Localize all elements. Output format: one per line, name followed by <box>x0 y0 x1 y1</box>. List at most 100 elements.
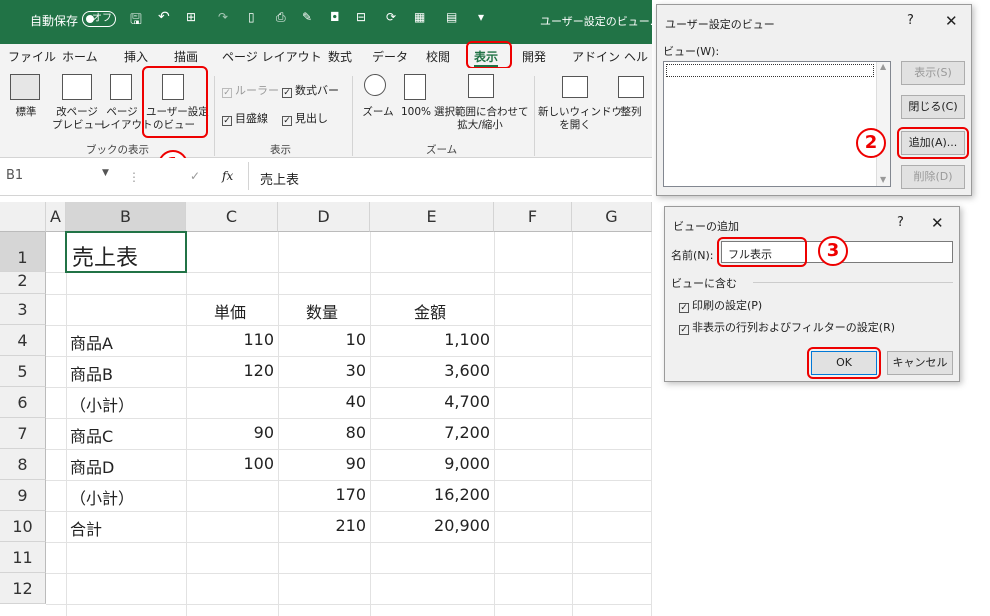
close-icon[interactable]: ✕ <box>945 12 958 30</box>
column-header-e[interactable]: E <box>370 202 494 232</box>
row-header[interactable]: 11 <box>0 542 46 573</box>
cell-amount[interactable]: 3,600 <box>370 361 490 380</box>
show-button[interactable]: 表示(S) <box>901 61 965 85</box>
format-painter-icon[interactable]: ✎ <box>302 10 312 24</box>
enter-icon[interactable]: ✓ <box>190 169 200 183</box>
save-icon[interactable]: 🖫 <box>130 9 142 33</box>
cell-item[interactable]: 合計 <box>70 516 102 540</box>
row-header[interactable]: 6 <box>0 387 46 418</box>
tab-draw[interactable]: 描画 <box>174 48 198 65</box>
cell-qty[interactable]: 210 <box>278 516 366 535</box>
layout-icon[interactable]: ▤ <box>446 10 457 24</box>
close-icon[interactable]: ✕ <box>931 214 944 232</box>
normal-view-button[interactable]: 標準 <box>6 106 46 119</box>
page-break-preview-button[interactable]: 改ページ プレビュー <box>52 106 105 132</box>
list-scrollbar[interactable]: ▲ ▼ <box>876 62 890 186</box>
tab-help[interactable]: ヘル <box>624 48 648 65</box>
hidden-settings-checkbox[interactable]: ✓ 非表示の行列およびフィルターの設定(R) <box>679 319 895 335</box>
cell-item[interactable]: 商品D <box>70 454 114 478</box>
print-settings-checkbox[interactable]: ✓ 印刷の設定(P) <box>679 297 762 313</box>
cell-price[interactable]: 120 <box>186 361 274 380</box>
close-button[interactable]: 閉じる(C) <box>901 95 965 119</box>
help-icon[interactable]: ? <box>897 215 904 230</box>
redo-icon[interactable]: ↷ <box>218 10 228 24</box>
gridlines-checkbox[interactable]: ✓ 目盛線 <box>222 110 268 126</box>
zoom-selection-button[interactable]: 選択範囲に合わせて 拡大/縮小 <box>434 106 529 132</box>
cell-amount[interactable]: 16,200 <box>370 485 490 504</box>
formula-content[interactable]: 売上表 <box>260 169 299 188</box>
ruler-checkbox[interactable]: ✓ ルーラー <box>222 82 279 98</box>
new-file-icon[interactable]: ▯ <box>248 10 255 24</box>
cell-price[interactable]: 90 <box>186 423 274 442</box>
column-header-a[interactable]: A <box>46 202 66 232</box>
header-amount[interactable]: 金額 <box>414 299 446 323</box>
cell-item[interactable]: （小計） <box>70 485 134 509</box>
list-focus-item[interactable] <box>666 64 874 77</box>
select-all-corner[interactable] <box>0 202 46 232</box>
row-header[interactable]: 2 <box>0 272 46 294</box>
zoom-100-button[interactable]: 100% <box>398 106 434 119</box>
cell-amount[interactable]: 9,000 <box>370 454 490 473</box>
tab-file[interactable]: ファイル <box>8 48 56 65</box>
column-header-b[interactable]: B <box>66 202 186 232</box>
scroll-up-icon[interactable]: ▲ <box>880 62 886 71</box>
column-header-f[interactable]: F <box>494 202 572 232</box>
cell-amount[interactable]: 7,200 <box>370 423 490 442</box>
row-header[interactable]: 7 <box>0 418 46 449</box>
cancel-button[interactable]: キャンセル <box>887 351 953 375</box>
headings-checkbox[interactable]: ✓ 見出し <box>282 110 328 126</box>
row-header[interactable]: 5 <box>0 356 46 387</box>
row-header[interactable]: 3 <box>0 294 46 325</box>
camera-icon[interactable]: ◘ <box>330 10 340 24</box>
row-header[interactable]: 12 <box>0 573 46 604</box>
tab-data[interactable]: データ <box>372 48 408 65</box>
column-header-c[interactable]: C <box>186 202 278 232</box>
cell-item[interactable]: 商品B <box>70 361 113 385</box>
formula-bar-checkbox[interactable]: ✓ 数式バー <box>282 82 339 98</box>
row-header[interactable]: 9 <box>0 480 46 511</box>
cell-qty[interactable]: 90 <box>278 454 366 473</box>
tab-home[interactable]: ホーム <box>62 48 98 65</box>
tab-developer[interactable]: 開発 <box>522 48 546 65</box>
header-unit-price[interactable]: 単価 <box>214 299 246 323</box>
tab-insert[interactable]: 挿入 <box>124 48 148 65</box>
tab-review[interactable]: 校閲 <box>426 48 450 65</box>
new-window-button[interactable]: 新しいウィンドウ を開く <box>538 106 622 132</box>
cell-amount[interactable]: 20,900 <box>370 516 490 535</box>
cell-qty[interactable]: 40 <box>278 392 366 411</box>
cell-item[interactable]: （小計） <box>70 392 134 416</box>
undo-icon[interactable]: ↶ <box>158 9 170 25</box>
views-listbox[interactable]: ▲ ▼ <box>663 61 891 187</box>
name-box-dropdown-icon[interactable]: ▼ <box>102 168 109 178</box>
header-quantity[interactable]: 数量 <box>306 299 338 323</box>
zoom-button[interactable]: ズーム <box>358 106 398 119</box>
row-header[interactable]: 1 <box>0 232 46 272</box>
cell-item[interactable]: 商品A <box>70 330 113 354</box>
help-icon[interactable]: ? <box>907 13 914 28</box>
page-layout-button[interactable]: ページ レイアウト <box>100 106 153 132</box>
print-preview-icon[interactable]: ⎙ <box>276 10 286 25</box>
tab-formulas[interactable]: 数式 <box>328 48 352 65</box>
table-icon[interactable]: ⊟ <box>356 10 366 24</box>
cell-price[interactable]: 110 <box>186 330 274 349</box>
spreadsheet-grid[interactable]: A B C D E F G 1 2 3 4 5 6 7 8 9 10 11 12… <box>0 202 652 616</box>
cell-qty[interactable]: 170 <box>278 485 366 504</box>
sheet-title-cell[interactable]: 売上表 <box>72 240 138 272</box>
scroll-down-icon[interactable]: ▼ <box>880 175 886 184</box>
grid-icon[interactable]: ▦ <box>414 10 425 24</box>
row-header[interactable]: 8 <box>0 449 46 480</box>
border-icon[interactable]: ⊞ <box>186 10 196 24</box>
column-header-g[interactable]: G <box>572 202 652 232</box>
cell-price[interactable]: 100 <box>186 454 274 473</box>
cell-qty[interactable]: 10 <box>278 330 366 349</box>
delete-button[interactable]: 削除(D) <box>901 165 965 189</box>
name-box[interactable]: B1 ▼ <box>6 168 116 188</box>
fx-icon[interactable]: fx <box>222 169 233 183</box>
cell-qty[interactable]: 30 <box>278 361 366 380</box>
cell-item[interactable]: 商品C <box>70 423 113 447</box>
autosave-toggle[interactable]: オフ <box>82 11 116 27</box>
cell-qty[interactable]: 80 <box>278 423 366 442</box>
customize-qat-icon[interactable]: ▾ <box>478 10 484 24</box>
tab-addins[interactable]: アドイン <box>572 48 620 65</box>
cell-amount[interactable]: 4,700 <box>370 392 490 411</box>
